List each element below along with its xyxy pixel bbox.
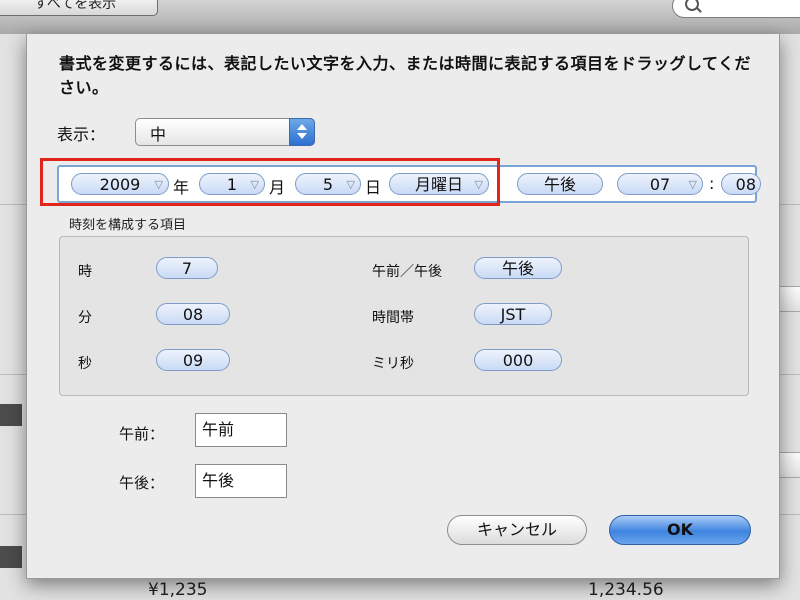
ms-label: ミリ秒 <box>372 356 414 372</box>
token-minute[interactable]: 08 <box>721 173 761 195</box>
time-format-sheet: 書式を変更するには、表記したい文字を入力、または時間に表記する項目をドラッグして… <box>26 34 780 579</box>
components-title: 時刻を構成する項目 <box>69 218 187 233</box>
components-box: 時 7 分 08 秒 09 午前／午後 午後 時間帯 JST ミリ秒 000 <box>59 236 749 396</box>
timezone-label: 時間帯 <box>372 310 414 326</box>
search-icon <box>685 0 699 11</box>
minute-label: 分 <box>78 310 92 326</box>
show-popup[interactable]: 中 <box>135 118 315 146</box>
number-sample: 1,234.56 <box>588 580 664 600</box>
minute-token[interactable]: 08 <box>156 303 230 325</box>
show-popup-value: 中 <box>150 125 167 144</box>
ms-token[interactable]: 000 <box>474 349 562 371</box>
ampm-token[interactable]: 午後 <box>474 257 562 279</box>
currency-sample: ¥1,235 <box>148 580 208 600</box>
instructions-text: 書式を変更するには、表記したい文字を入力、または時間に表記する項目をドラッグして… <box>59 54 752 97</box>
second-label: 秒 <box>78 356 92 372</box>
ampm-label: 午前／午後 <box>372 264 442 280</box>
ok-button[interactable]: OK <box>609 515 751 545</box>
pm-input[interactable]: 午後 <box>195 464 287 498</box>
token-ampm[interactable]: 午後 <box>517 173 603 195</box>
am-label: 午前： <box>119 425 165 443</box>
hour-token[interactable]: 7 <box>156 257 218 279</box>
toolbar: すべてを表示 <box>0 0 800 35</box>
chevron-down-icon: ▽ <box>688 178 697 191</box>
cancel-button[interactable]: キャンセル <box>447 515 587 545</box>
popup-arrows-icon <box>289 118 315 146</box>
show-label: 表示： <box>57 125 106 144</box>
sep-colon: : <box>709 174 715 193</box>
search-field[interactable] <box>672 0 800 18</box>
pm-label: 午後： <box>119 474 165 492</box>
token-hour[interactable]: 07 ▽ <box>617 173 703 195</box>
hour-label: 時 <box>78 264 92 280</box>
am-input[interactable]: 午前 <box>195 413 287 447</box>
show-all-button[interactable]: すべてを表示 <box>0 0 158 16</box>
highlight-box <box>40 158 500 206</box>
second-token[interactable]: 09 <box>156 349 230 371</box>
timezone-token[interactable]: JST <box>474 303 552 325</box>
